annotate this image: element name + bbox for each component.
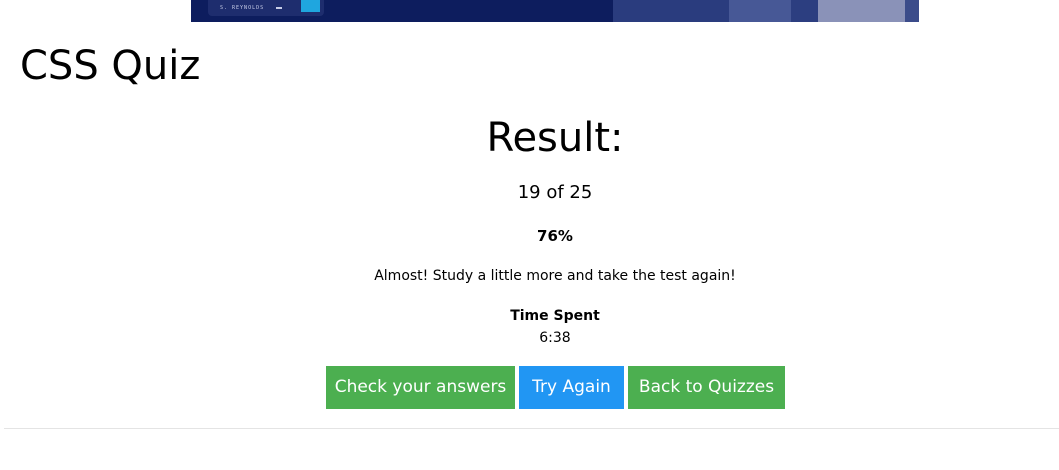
card-holder-name: S. REYNOLDS [220,5,265,11]
result-heading: Result: [486,115,624,161]
banner-block [729,0,791,22]
card-logo-icon [301,0,320,12]
banner-block [791,0,818,22]
score-text: 19 of 25 [517,182,593,203]
time-spent-label: Time Spent [510,308,600,324]
try-again-button[interactable]: Try Again [519,366,624,409]
page-title: CSS Quiz [20,43,201,89]
card-chip-mark [276,7,282,9]
credit-card-image: S. REYNOLDS [208,0,324,16]
divider [4,428,1059,429]
check-answers-button[interactable]: Check your answers [326,366,515,409]
result-message: Almost! Study a little more and take the… [374,268,736,284]
time-spent-value: 6:38 [539,330,571,346]
back-to-quizzes-button[interactable]: Back to Quizzes [628,366,785,409]
score-percent: 76% [537,227,573,245]
advertisement-banner[interactable]: S. REYNOLDS [191,0,919,22]
banner-block [905,0,919,22]
banner-block [613,0,729,22]
banner-block [818,0,905,22]
